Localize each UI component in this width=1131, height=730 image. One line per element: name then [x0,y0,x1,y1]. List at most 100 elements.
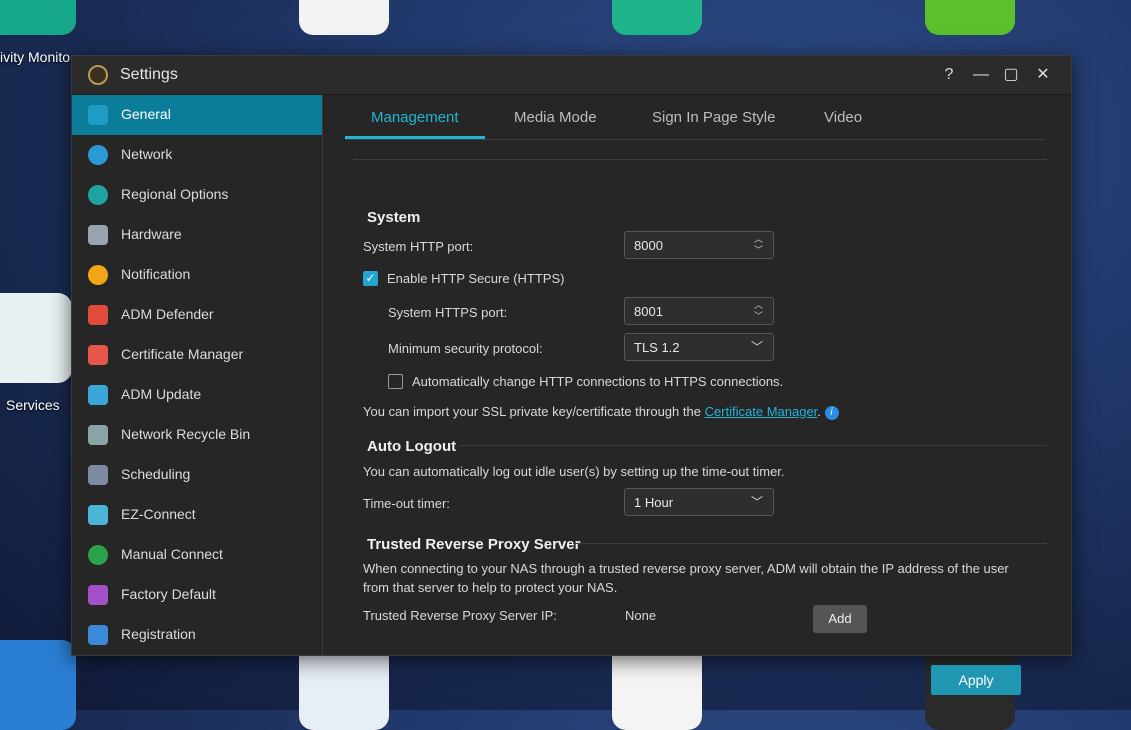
https-enable-checkbox[interactable]: ✓ [363,271,378,286]
tab-media-mode[interactable]: Media Mode [514,109,597,126]
https-enable-label: Enable HTTP Secure (HTTPS) [387,271,565,286]
title-bar[interactable]: Settings ? — ▢ ✕ [72,56,1071,95]
notification-icon [88,265,108,285]
tab-video[interactable]: Video [824,109,862,126]
sidebar-item-regional-options[interactable]: Regional Options [72,175,322,215]
sidebar-item-ez-connect[interactable]: EZ-Connect [72,495,322,535]
minimize-icon[interactable]: — [970,64,992,86]
window-title: Settings [120,66,178,83]
tab-divider [345,139,1045,140]
recycle-bin-icon [88,425,108,445]
sidebar-item-label: Network [121,146,173,162]
add-proxy-button[interactable]: Add [813,605,867,633]
app-central-app-icon[interactable] [299,0,389,35]
settings-logo-icon [88,65,108,85]
timeout-timer-label: Time-out timer: [363,496,450,511]
sidebar-item-hardware[interactable]: Hardware [72,215,322,255]
http-port-stepper[interactable]: 8000 ︿ ﹀ [624,231,774,259]
tab-management[interactable]: Management [371,109,459,126]
timeout-timer-value: 1 Hour [634,495,674,510]
system-divider [353,159,1047,160]
sidebar-item-notification[interactable]: Notification [72,255,322,295]
sidebar-item-adm-defender[interactable]: ADM Defender [72,295,322,335]
sidebar-item-label: Scheduling [121,466,191,482]
registration-icon [88,625,108,645]
globe-icon [88,145,108,165]
auto-redirect-label: Automatically change HTTP connections to… [412,374,784,389]
http-port-value: 8000 [634,238,663,253]
online-help-app-icon[interactable] [612,0,702,35]
sidebar-item-scheduling[interactable]: Scheduling [72,455,322,495]
sidebar-item-label: Registration [121,626,196,642]
auto-redirect-checkbox[interactable] [388,374,403,389]
update-icon [88,385,108,405]
hardware-icon [88,225,108,245]
sidebar-item-label: Regional Options [121,186,229,202]
close-icon[interactable]: ✕ [1032,64,1054,86]
proxy-ip-label: Trusted Reverse Proxy Server IP: [363,608,557,623]
spinner-icon[interactable]: ︿ ﹀ [754,234,763,256]
timeout-timer-select[interactable]: 1 Hour ﹀ [624,488,774,516]
ssl-note-suffix: . [817,404,821,419]
maximize-icon[interactable]: ▢ [1000,64,1022,86]
bottom-app-icon-1[interactable] [0,640,76,730]
calendar-icon [88,465,108,485]
system-section-title: System [367,209,421,226]
undo-icon [88,585,108,605]
sidebar-item-label: Certificate Manager [121,346,244,362]
https-port-stepper[interactable]: 8001 ︿ ﹀ [624,297,774,325]
services-app-icon[interactable] [0,293,72,383]
ssl-note-prefix: You can import your SSL private key/cert… [363,404,705,419]
sidebar-item-label: ADM Update [121,386,202,402]
tab-sign-in-page-style[interactable]: Sign In Page Style [652,109,775,126]
settings-window: Settings ? — ▢ ✕ General Network Regional … [71,55,1072,695]
sidebar-item-label: Manual Connect [121,546,223,562]
apply-button[interactable]: Apply [931,665,1021,695]
sidebar-item-label: Hardware [121,226,182,242]
min-protocol-label: Minimum security protocol: [388,341,543,356]
https-port-value: 8001 [634,304,663,319]
activity-monitor-app-icon[interactable] [0,0,76,35]
backup-restore-app-icon[interactable] [925,0,1015,35]
sidebar-item-registration[interactable]: Registration [72,615,322,655]
proxy-section-title: Trusted Reverse Proxy Server [367,536,581,553]
sidebar-item-label: Notification [121,266,191,282]
certificate-manager-link[interactable]: Certificate Manager [705,404,818,419]
auto-logout-description: You can automatically log out idle user(… [363,464,785,479]
main-content: Management Media Mode Sign In Page Style… [323,95,1071,695]
firewall-icon [88,305,108,325]
general-icon [88,105,108,125]
help-icon[interactable]: ? [938,64,960,86]
sidebar-item-label: General [121,106,171,122]
sidebar-item-network-recycle-bin[interactable]: Network Recycle Bin [72,415,322,455]
sidebar-item-label: EZ-Connect [121,506,196,522]
spinner-icon[interactable]: ︿ ﹀ [754,300,763,322]
sidebar-item-factory-default[interactable]: Factory Default [72,575,322,615]
sidebar-item-label: ADM Defender [121,306,214,322]
chevron-down-icon: ﹀ [750,495,763,509]
chevron-down-icon: ﹀ [750,340,763,354]
active-tab-indicator [345,136,485,139]
sidebar-item-manual-connect[interactable]: Manual Connect [72,535,322,575]
min-protocol-select[interactable]: TLS 1.2 ﹀ [624,333,774,361]
https-port-label: System HTTPS port: [388,305,508,320]
sidebar: General Network Regional Options Hardware No… [72,95,323,655]
manual-connect-icon [88,545,108,565]
proxy-ip-value: None [625,608,657,623]
proxy-divider [573,543,1047,544]
services-label: Services [6,397,60,413]
activity-monitor-label: ivity Monito [0,49,71,65]
sidebar-item-general[interactable]: General [72,95,322,135]
sidebar-item-label: Factory Default [121,586,216,602]
sidebar-item-certificate-manager[interactable]: Certificate Manager [72,335,322,375]
certificate-icon [88,345,108,365]
sidebar-item-label: Network Recycle Bin [121,426,251,442]
cloud-icon [88,505,108,525]
sidebar-item-adm-update[interactable]: ADM Update [72,375,322,415]
ssl-note: You can import your SSL private key/cert… [363,404,839,420]
http-port-label: System HTTP port: [363,239,474,254]
regional-icon [88,185,108,205]
sidebar-item-network[interactable]: Network [72,135,322,175]
info-icon[interactable]: i [824,405,839,420]
auto-logout-section-title: Auto Logout [367,438,457,455]
